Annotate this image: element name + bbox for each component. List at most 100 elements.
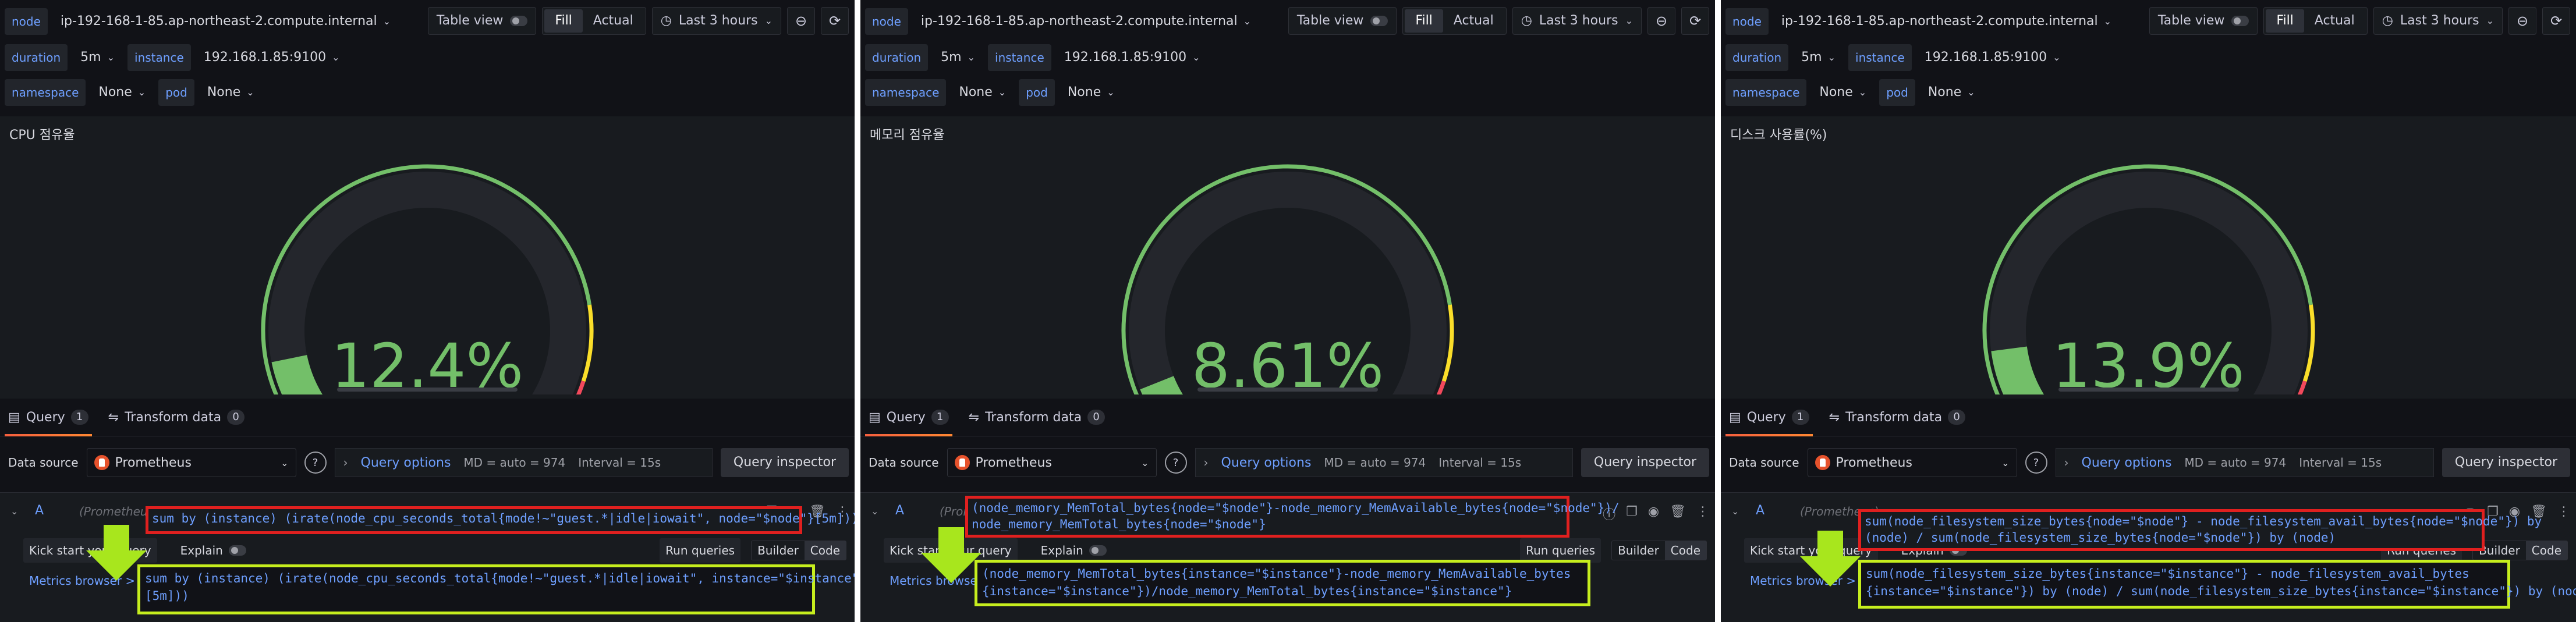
builder-button[interactable]: Builder	[752, 541, 805, 560]
var-instance-select[interactable]: 192.168.1.85:9100 ⌄	[1057, 44, 1207, 71]
query-options-bar[interactable]: › Query options MD = auto = 974 Interval = …	[334, 448, 713, 477]
old-query-highlight[interactable]: sum(node_filesystem_size_bytes{node="$no…	[1858, 509, 2542, 551]
transform-count-badge: 0	[227, 410, 245, 425]
drag-handle-icon[interactable]: ⋮	[1696, 504, 1709, 523]
help-icon[interactable]: ?	[2025, 452, 2047, 474]
table-view-toggle[interactable]: Table view	[2149, 7, 2258, 35]
var-pod-select[interactable]: None ⌄	[1061, 79, 1122, 106]
time-range-label: Last 3 hours	[678, 13, 758, 28]
zoom-out-icon[interactable]: ⊖	[1647, 7, 1675, 35]
new-query-highlight[interactable]: sum(node_filesystem_size_bytes{instance=…	[1858, 560, 2576, 609]
zoom-out-icon[interactable]: ⊖	[787, 7, 815, 35]
actual-button[interactable]: Actual	[2304, 9, 2365, 33]
var-pod-select[interactable]: None ⌄	[1921, 79, 1982, 106]
actual-button[interactable]: Actual	[583, 9, 644, 33]
new-query-highlight[interactable]: sum by (instance) (irate(node_cpu_second…	[137, 564, 855, 614]
drag-handle-icon[interactable]: ⋮	[2557, 504, 2570, 523]
explain-toggle[interactable]: Explain	[1041, 543, 1107, 557]
var-node-label: node	[1725, 8, 1769, 35]
var-duration-select[interactable]: 5m ⌄	[934, 44, 982, 71]
var-pod-label: pod	[1019, 79, 1055, 106]
datasource-picker[interactable]: Prometheus ⌄	[86, 448, 296, 477]
refresh-icon[interactable]: ⟳	[821, 7, 849, 35]
var-duration-select[interactable]: 5m ⌄	[1794, 44, 1842, 71]
var-pod-select[interactable]: None ⌄	[200, 79, 261, 106]
table-view-label: Table view	[2157, 13, 2225, 28]
query-options-link[interactable]: Query options	[1221, 456, 1312, 470]
table-view-toggle[interactable]: Table view	[427, 7, 537, 35]
var-node-select[interactable]: ip-192-168-1-85.ap-northeast-2.compute.i…	[914, 8, 1258, 35]
query-letter[interactable]: A	[35, 503, 44, 518]
var-node-select[interactable]: ip-192-168-1-85.ap-northeast-2.compute.i…	[1774, 8, 2118, 35]
help-icon[interactable]: ?	[1164, 452, 1187, 474]
var-namespace-select[interactable]: None ⌄	[91, 79, 153, 106]
collapse-caret-icon[interactable]: ⌄	[10, 506, 18, 517]
datasource-picker[interactable]: Prometheus ⌄	[947, 448, 1157, 477]
collapse-caret-icon[interactable]: ⌄	[1731, 506, 1739, 517]
datasource-picker[interactable]: Prometheus ⌄	[1807, 448, 2017, 477]
panel-resize-handle[interactable]	[337, 388, 518, 392]
query-options-bar[interactable]: › Query options MD = auto = 974 Interval = …	[1195, 448, 1573, 477]
var-node-select[interactable]: ip-192-168-1-85.ap-northeast-2.compute.i…	[54, 8, 398, 35]
panel-resize-handle[interactable]	[2058, 388, 2239, 392]
run-queries-button[interactable]: Run queries	[660, 538, 741, 563]
tab-transform[interactable]: ⇋ Transform data 0	[1829, 399, 1966, 436]
var-pod-value: None	[1067, 85, 1101, 99]
fill-actual-switch: Fill Actual	[2263, 7, 2368, 35]
explain-toggle[interactable]: Explain	[180, 543, 246, 557]
fill-button[interactable]: Fill	[2266, 9, 2304, 33]
fill-button[interactable]: Fill	[544, 9, 583, 33]
refresh-icon[interactable]: ⟳	[1681, 7, 1709, 35]
new-query-highlight[interactable]: (node_memory_MemTotal_bytes{instance="$i…	[975, 560, 1590, 606]
code-button[interactable]: Code	[804, 541, 846, 560]
builder-button[interactable]: Builder	[1612, 541, 1665, 560]
var-instance-select[interactable]: 192.168.1.85:9100 ⌄	[197, 44, 347, 71]
time-range-label: Last 3 hours	[1539, 13, 1618, 28]
eye-icon[interactable]: ◉	[1648, 504, 1659, 523]
old-query-highlight[interactable]: (node_memory_MemTotal_bytes{node="$node"…	[965, 496, 1620, 538]
collapse-caret-icon[interactable]: ⌄	[871, 506, 878, 517]
zoom-out-icon[interactable]: ⊖	[2508, 7, 2536, 35]
query-options-bar[interactable]: › Query options MD = auto = 974 Interval = …	[2055, 448, 2434, 477]
chevron-down-icon: ⌄	[764, 15, 773, 26]
var-instance-value: 192.168.1.85:9100	[203, 50, 327, 65]
var-namespace-select[interactable]: None ⌄	[1812, 79, 1873, 106]
mode-controls: Run queries BuilderCode	[1520, 538, 1715, 563]
query-count-badge: 1	[1791, 410, 1809, 425]
query-options-link[interactable]: Query options	[361, 456, 451, 470]
table-view-toggle[interactable]: Table view	[1288, 7, 1397, 35]
trash-icon[interactable]: 🗑	[1670, 504, 1686, 523]
tab-query[interactable]: ▤ Query 1	[1725, 399, 1813, 436]
toggle-switch-icon	[510, 16, 528, 26]
query-letter[interactable]: A	[895, 503, 904, 518]
query-inspector-button[interactable]: Query inspector	[1581, 448, 1709, 477]
tab-query[interactable]: ▤ Query 1	[5, 399, 92, 436]
time-range-picker[interactable]: ◷ Last 3 hours ⌄	[1512, 7, 1642, 35]
help-icon[interactable]: ?	[304, 452, 327, 474]
tab-transform[interactable]: ⇋ Transform data 0	[969, 399, 1105, 436]
tab-query[interactable]: ▤ Query 1	[865, 399, 952, 436]
query-inspector-button[interactable]: Query inspector	[720, 448, 849, 477]
datasource-name: Prometheus	[1836, 455, 1912, 470]
code-button[interactable]: Code	[1664, 541, 1706, 560]
var-instance-select[interactable]: 192.168.1.85:9100 ⌄	[1918, 44, 2068, 71]
query-inspector-button[interactable]: Query inspector	[2442, 448, 2570, 477]
time-range-picker[interactable]: ◷ Last 3 hours ⌄	[2373, 7, 2503, 35]
chevron-down-icon: ⌄	[332, 52, 340, 63]
gauge: 13.9%	[1974, 156, 2323, 448]
var-duration-select[interactable]: 5m ⌄	[73, 44, 122, 71]
old-query-highlight[interactable]: sum by (instance) (irate(node_cpu_second…	[146, 506, 855, 534]
time-range-picker[interactable]: ◷ Last 3 hours ⌄	[651, 7, 781, 35]
run-queries-button[interactable]: Run queries	[1520, 538, 1601, 563]
query-options-link[interactable]: Query options	[2082, 456, 2172, 470]
query-letter[interactable]: A	[1756, 503, 1764, 518]
tab-transform[interactable]: ⇋ Transform data 0	[108, 399, 245, 436]
copy-icon[interactable]: ❐	[1626, 504, 1638, 523]
fill-button[interactable]: Fill	[1405, 9, 1443, 33]
code-button[interactable]: Code	[2525, 541, 2567, 560]
builder-code-switch: Builder Code	[1611, 541, 1707, 560]
refresh-icon[interactable]: ⟳	[2542, 7, 2570, 35]
var-namespace-select[interactable]: None ⌄	[952, 79, 1013, 106]
panel-resize-handle[interactable]	[1197, 388, 1378, 392]
actual-button[interactable]: Actual	[1443, 9, 1504, 33]
